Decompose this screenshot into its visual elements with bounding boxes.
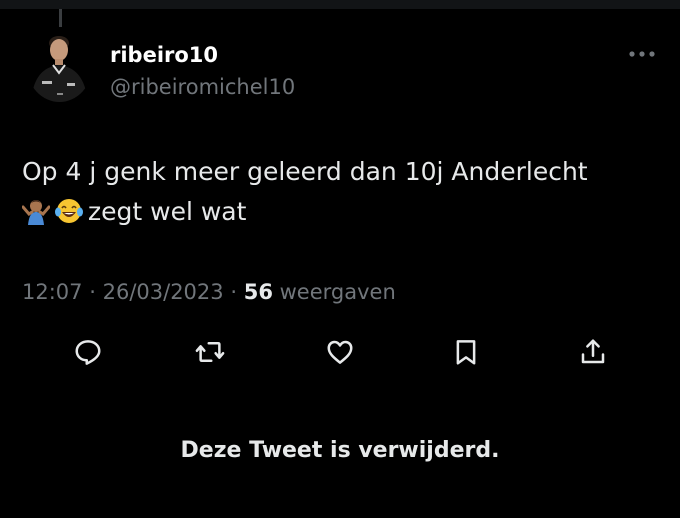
more-horizontal-icon <box>629 51 655 57</box>
share-icon <box>581 339 605 364</box>
retweet-button[interactable] <box>190 332 230 372</box>
bookmark-icon <box>456 340 476 365</box>
avatar[interactable] <box>27 31 92 102</box>
meta-separator-2: · <box>230 280 238 304</box>
tweet-text-line-1: Op 4 j genk meer geleerd dan 10j Anderle… <box>22 157 588 186</box>
meta-separator: · <box>89 280 96 304</box>
tweet-text: Op 4 j genk meer geleerd dan 10j Anderle… <box>22 152 662 232</box>
deleted-tweet-notice: Deze Tweet is verwijderd. <box>180 438 500 463</box>
author-handle[interactable]: @ribeiromichel10 <box>110 74 295 100</box>
top-band <box>0 0 680 9</box>
bookmark-button[interactable] <box>446 332 486 372</box>
tweet-time[interactable]: 12:07 <box>22 280 83 304</box>
reply-button[interactable] <box>68 332 108 372</box>
face-with-tears-of-joy-emoji <box>55 199 83 223</box>
heart-icon <box>327 340 353 364</box>
views-label: weergaven <box>279 280 396 304</box>
avatar-photo <box>27 31 92 102</box>
tweet-text-line-2-text: zegt wel wat <box>88 197 247 226</box>
person-shrugging-emoji <box>22 200 50 225</box>
views-count: 56 <box>243 280 273 304</box>
share-button[interactable] <box>573 332 613 372</box>
reply-icon <box>75 340 101 365</box>
more-options-button[interactable] <box>624 44 660 64</box>
thread-connector-line <box>59 9 62 27</box>
retweet-icon <box>195 342 225 362</box>
tweet-text-line-2: zegt wel wat <box>22 192 662 232</box>
tweet-actions-bar <box>0 332 680 372</box>
tweet-meta: 12:07 · 26/03/2023 · 56 weergaven <box>22 278 396 306</box>
tweet-date[interactable]: 26/03/2023 <box>103 280 224 304</box>
like-button[interactable] <box>320 332 360 372</box>
author-display-name[interactable]: ribeiro10 <box>110 42 218 68</box>
